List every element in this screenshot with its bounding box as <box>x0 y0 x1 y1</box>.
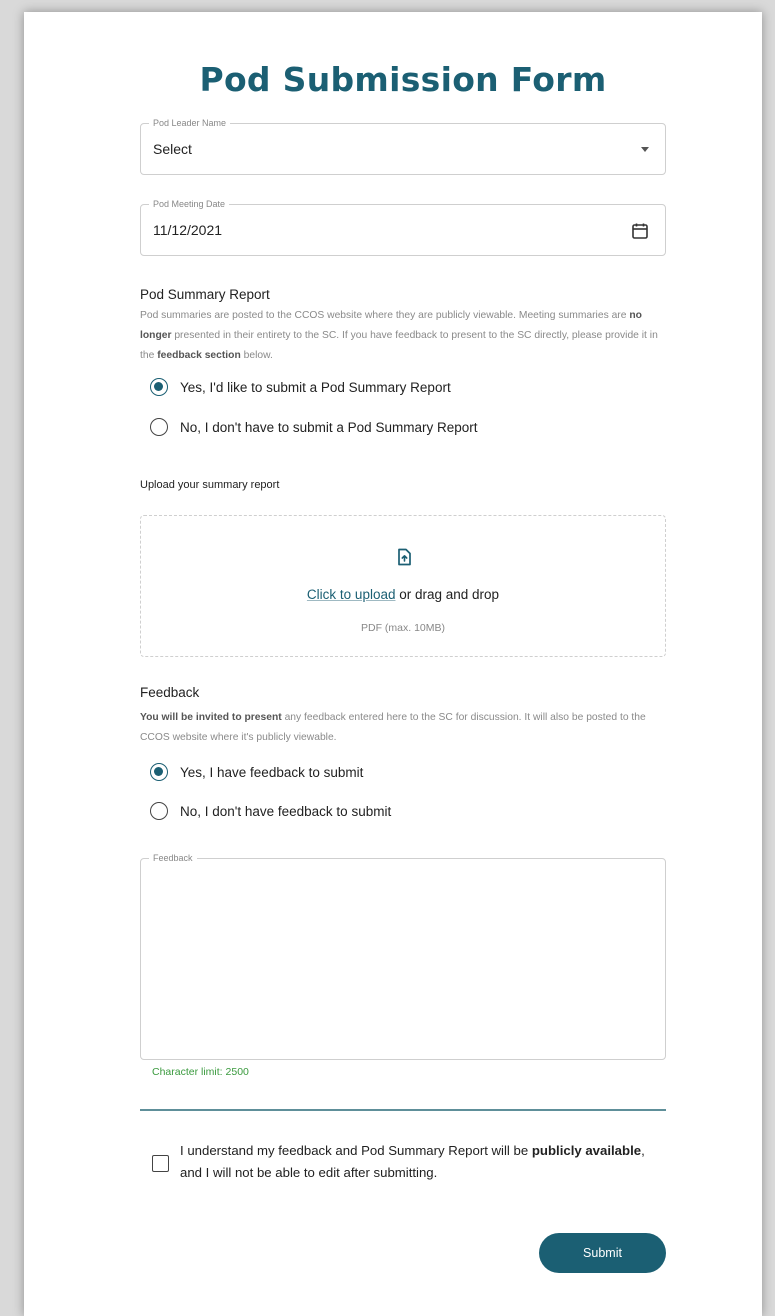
form-card: Pod Submission Form Pod Leader Name Sele… <box>24 12 762 1316</box>
summary-desc-text-3: below. <box>240 350 273 361</box>
calendar-icon[interactable] <box>631 222 649 240</box>
submit-button[interactable]: Submit <box>539 1233 666 1273</box>
pod-leader-legend: Pod Leader Name <box>149 118 231 128</box>
acknowledge-bold: publicly available <box>531 1143 642 1158</box>
section-divider <box>140 1109 666 1111</box>
summary-no-radio[interactable] <box>150 418 168 436</box>
summary-yes-radio[interactable] <box>150 378 168 396</box>
feedback-description: You will be invited to present any feedb… <box>140 708 666 748</box>
meeting-date-value: 11/12/2021 <box>153 222 223 238</box>
meeting-date-field[interactable]: Pod Meeting Date 11/12/2021 <box>140 199 666 256</box>
summary-yes-label: Yes, I'd like to submit a Pod Summary Re… <box>180 379 451 395</box>
pod-leader-value: Select <box>153 141 192 157</box>
summary-desc-text-1: Pod summaries are posted to the CCOS web… <box>140 310 630 321</box>
summary-desc-bold-2: feedback section <box>157 350 241 361</box>
acknowledge-checkbox[interactable] <box>152 1155 169 1172</box>
feedback-desc-bold: You will be invited to present <box>140 712 282 723</box>
upload-instructions: Click to upload or drag and drop <box>141 587 665 602</box>
chevron-down-icon[interactable] <box>641 147 649 152</box>
summary-heading: Pod Summary Report <box>140 287 270 302</box>
summary-no-option[interactable]: No, I don't have to submit a Pod Summary… <box>150 418 477 436</box>
upload-hint: PDF (max. 10MB) <box>360 622 445 634</box>
file-upload-icon <box>398 548 411 566</box>
feedback-yes-label: Yes, I have feedback to submit <box>180 764 364 780</box>
meeting-date-legend: Pod Meeting Date <box>149 199 230 209</box>
feedback-no-radio[interactable] <box>150 802 168 820</box>
feedback-no-option[interactable]: No, I don't have feedback to submit <box>150 802 391 820</box>
upload-dropzone[interactable]: Click to upload or drag and drop PDF (ma… <box>140 515 666 657</box>
page-title: Pod Submission Form <box>199 60 607 99</box>
form-content: Pod Submission Form Pod Leader Name Sele… <box>140 12 666 1316</box>
feedback-heading: Feedback <box>140 685 200 700</box>
summary-description: Pod summaries are posted to the CCOS web… <box>140 306 666 366</box>
summary-yes-option[interactable]: Yes, I'd like to submit a Pod Summary Re… <box>150 378 451 396</box>
feedback-no-label: No, I don't have feedback to submit <box>180 803 392 819</box>
pod-leader-select[interactable]: Pod Leader Name Select <box>140 118 666 175</box>
acknowledge-text-1: I understand my feedback and Pod Summary… <box>180 1143 532 1158</box>
feedback-textarea-legend: Feedback <box>149 853 197 863</box>
upload-label: Upload your summary report <box>140 479 280 491</box>
feedback-yes-radio[interactable] <box>150 763 168 781</box>
feedback-yes-option[interactable]: Yes, I have feedback to submit <box>150 763 363 781</box>
acknowledge-text: I understand my feedback and Pod Summary… <box>180 1140 650 1184</box>
feedback-textarea[interactable]: Feedback <box>140 853 666 1060</box>
click-to-upload-link[interactable]: Click to upload <box>307 587 396 602</box>
character-limit: Character limit: 2500 <box>152 1066 249 1078</box>
drag-drop-text: or drag and drop <box>395 587 500 602</box>
summary-no-label: No, I don't have to submit a Pod Summary… <box>180 419 478 435</box>
